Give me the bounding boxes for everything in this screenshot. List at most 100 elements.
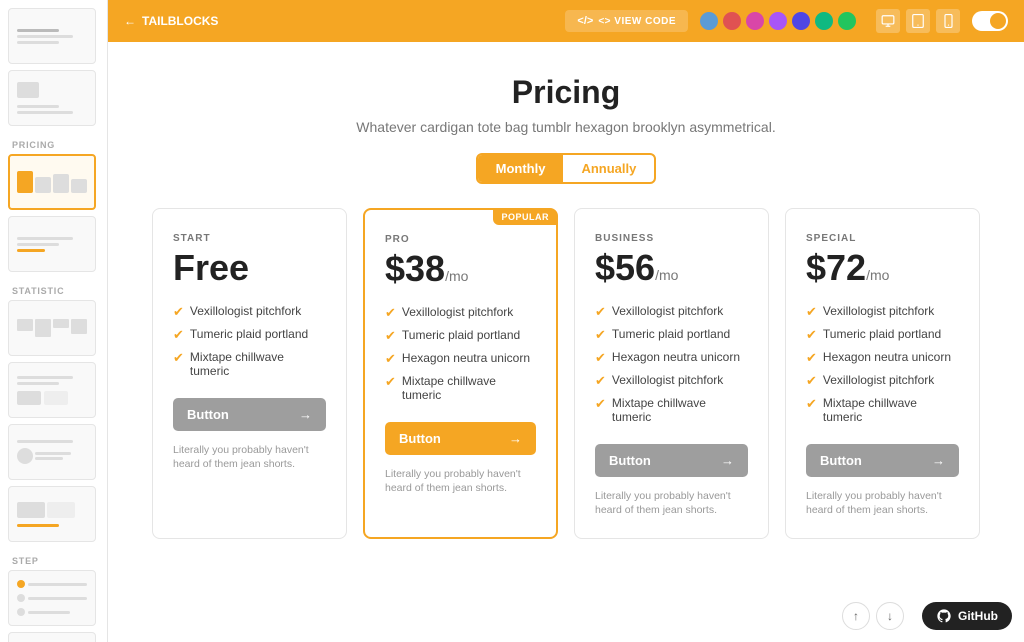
list-item: ✔Mixtape chillwave tumeric — [385, 374, 536, 402]
check-icon: ✔ — [595, 327, 606, 343]
tablet-icon[interactable] — [906, 9, 930, 33]
color-pink[interactable] — [746, 12, 764, 30]
toggle-knob — [990, 13, 1006, 29]
plan-pro-card: POPULAR PRO $38/mo ✔Vexillologist pitchf… — [363, 208, 558, 539]
plan-business-button[interactable]: Button → — [595, 444, 748, 477]
sidebar-thumb-pricing-active[interactable] — [8, 154, 96, 210]
plan-special-card: SPECIAL $72/mo ✔Vexillologist pitchfork … — [785, 208, 980, 539]
plan-pro-tier: PRO — [385, 234, 536, 245]
list-item: ✔Hexagon neutra unicorn — [385, 351, 536, 367]
desktop-icon[interactable] — [876, 9, 900, 33]
plan-special-tier: SPECIAL — [806, 233, 959, 244]
check-icon: ✔ — [385, 351, 396, 367]
plan-start-price: Free — [173, 248, 326, 288]
mobile-icon[interactable] — [936, 9, 960, 33]
theme-toggle[interactable] — [972, 11, 1008, 31]
check-icon: ✔ — [806, 327, 817, 343]
list-item: ✔Vexillologist pitchfork — [806, 373, 959, 389]
check-icon: ✔ — [595, 396, 606, 412]
plan-business-price: $56/mo — [595, 248, 748, 288]
color-indigo[interactable] — [792, 12, 810, 30]
sidebar-thumb-stat-2[interactable] — [8, 362, 96, 418]
plan-business-card: BUSINESS $56/mo ✔Vexillologist pitchfork… — [574, 208, 769, 539]
list-item: ✔Vexillologist pitchfork — [385, 305, 536, 321]
sidebar-thumb-stat-4[interactable] — [8, 486, 96, 542]
pricing-title: Pricing — [132, 74, 1000, 111]
check-icon: ✔ — [595, 304, 606, 320]
list-item: ✔Mixtape chillwave tumeric — [595, 396, 748, 424]
view-code-button[interactable]: </> <> VIEW CODE — [565, 10, 688, 32]
sidebar-thumb-2[interactable] — [8, 70, 96, 126]
plan-special-note: Literally you probably haven't heard of … — [806, 489, 959, 518]
sidebar: PRICING STATISTIC — [0, 0, 108, 642]
prev-arrow[interactable]: ↑ — [842, 602, 870, 630]
list-item: ✔Vexillologist pitchfork — [173, 304, 326, 320]
plan-business-note: Literally you probably haven't heard of … — [595, 489, 748, 518]
sidebar-section-statistic: STATISTIC — [8, 278, 99, 300]
topbar-title: TAILBLOCKS — [142, 14, 218, 28]
list-item: ✔Tumeric plaid portland — [806, 327, 959, 343]
check-icon: ✔ — [385, 374, 396, 390]
check-icon: ✔ — [173, 304, 184, 320]
plan-pro-button[interactable]: Button → — [385, 422, 536, 455]
sidebar-thumb-stat-3[interactable] — [8, 424, 96, 480]
check-icon: ✔ — [385, 305, 396, 321]
list-item: ✔Hexagon neutra unicorn — [595, 350, 748, 366]
check-icon: ✔ — [385, 328, 396, 344]
sidebar-thumb-1[interactable] — [8, 8, 96, 64]
list-item: ✔Vexillologist pitchfork — [595, 373, 748, 389]
sidebar-thumb-pricing-2[interactable] — [8, 216, 96, 272]
check-icon: ✔ — [173, 327, 184, 343]
list-item: ✔Mixtape chillwave tumeric — [806, 396, 959, 424]
annually-toggle-btn[interactable]: Annually — [563, 155, 654, 182]
sidebar-thumb-step-1[interactable] — [8, 570, 96, 626]
plan-special-features: ✔Vexillologist pitchfork ✔Tumeric plaid … — [806, 304, 959, 424]
list-item: ✔Tumeric plaid portland — [595, 327, 748, 343]
github-label: GitHub — [958, 609, 998, 623]
pricing-header: Pricing Whatever cardigan tote bag tumbl… — [132, 74, 1000, 184]
pricing-subtitle: Whatever cardigan tote bag tumblr hexago… — [132, 119, 1000, 135]
next-arrow[interactable]: ↓ — [876, 602, 904, 630]
billing-toggle: Monthly Annually — [476, 153, 657, 184]
plan-special-button[interactable]: Button → — [806, 444, 959, 477]
plan-pro-note: Literally you probably haven't heard of … — [385, 467, 536, 496]
github-badge[interactable]: GitHub — [922, 602, 1012, 630]
plan-business-features: ✔Vexillologist pitchfork ✔Tumeric plaid … — [595, 304, 748, 424]
github-icon — [936, 608, 952, 624]
color-red[interactable] — [723, 12, 741, 30]
code-icon: </> — [577, 15, 593, 27]
plan-start-card: START Free ✔Vexillologist pitchfork ✔Tum… — [152, 208, 347, 539]
color-teal[interactable] — [815, 12, 833, 30]
content-area: Pricing Whatever cardigan tote bag tumbl… — [108, 42, 1024, 642]
check-icon: ✔ — [173, 350, 184, 366]
pagination-nav: ↑ ↓ — [842, 602, 904, 630]
monthly-toggle-btn[interactable]: Monthly — [478, 155, 564, 182]
pricing-cards: START Free ✔Vexillologist pitchfork ✔Tum… — [132, 208, 1000, 539]
popular-badge: POPULAR — [493, 209, 557, 225]
back-button[interactable]: ← TAILBLOCKS — [124, 14, 218, 28]
plan-start-note: Literally you probably haven't heard of … — [173, 443, 326, 472]
list-item: ✔Vexillologist pitchfork — [595, 304, 748, 320]
check-icon: ✔ — [595, 350, 606, 366]
main-area: ← TAILBLOCKS </> <> VIEW CODE — [108, 0, 1024, 642]
list-item: ✔Tumeric plaid portland — [385, 328, 536, 344]
plan-business-tier: BUSINESS — [595, 233, 748, 244]
plan-start-tier: START — [173, 233, 326, 244]
plan-pro-price: $38/mo — [385, 249, 536, 289]
color-picker — [700, 12, 856, 30]
color-purple[interactable] — [769, 12, 787, 30]
plan-special-price: $72/mo — [806, 248, 959, 288]
list-item: ✔Vexillologist pitchfork — [806, 304, 959, 320]
color-green[interactable] — [838, 12, 856, 30]
sidebar-section-step: STEP — [8, 548, 99, 570]
plan-pro-features: ✔Vexillologist pitchfork ✔Tumeric plaid … — [385, 305, 536, 402]
check-icon: ✔ — [806, 350, 817, 366]
check-icon: ✔ — [806, 373, 817, 389]
plan-start-button[interactable]: Button → — [173, 398, 326, 431]
back-arrow-icon: ← — [124, 14, 136, 28]
sidebar-thumb-step-2[interactable] — [8, 632, 96, 642]
topbar: ← TAILBLOCKS </> <> VIEW CODE — [108, 0, 1024, 42]
color-blue[interactable] — [700, 12, 718, 30]
plan-start-features: ✔Vexillologist pitchfork ✔Tumeric plaid … — [173, 304, 326, 378]
sidebar-thumb-stat-1[interactable] — [8, 300, 96, 356]
